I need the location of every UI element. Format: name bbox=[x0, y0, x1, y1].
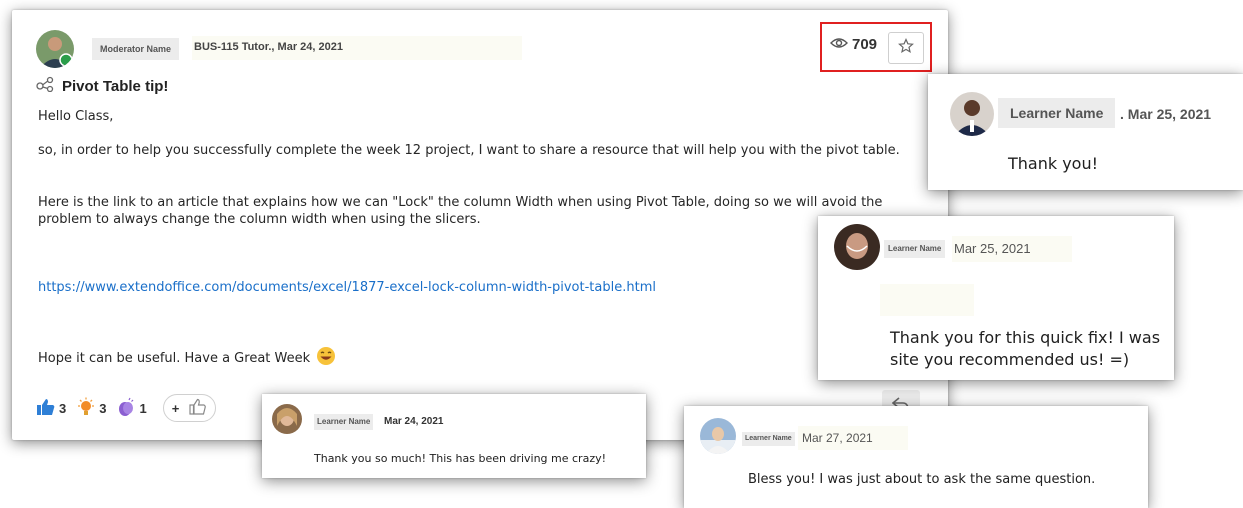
reply-2-text-highlight bbox=[880, 284, 974, 316]
post-paragraph-1: so, in order to help you successfully co… bbox=[38, 143, 900, 158]
reply-3-avatar[interactable] bbox=[272, 404, 302, 434]
reactions-bar: 3 3 1 + bbox=[36, 394, 217, 422]
reply-2-text-line-2: site you recommended us! =) bbox=[890, 350, 1130, 369]
reply-1-text: Thank you! bbox=[1008, 154, 1099, 173]
thumbs-up-icon bbox=[36, 397, 56, 420]
reaction-like[interactable]: 3 bbox=[36, 397, 66, 420]
eye-icon bbox=[830, 36, 848, 53]
reply-2-author-chip[interactable]: Learner Name bbox=[884, 240, 946, 258]
post-title-row: Pivot Table tip! bbox=[36, 76, 168, 96]
reply-3-author-chip[interactable]: Learner Name bbox=[314, 414, 374, 430]
reply-4-avatar[interactable] bbox=[700, 418, 736, 454]
laughing-emoji-icon bbox=[316, 346, 336, 371]
article-link[interactable]: https://www.extendoffice.com/documents/e… bbox=[38, 279, 918, 296]
clap-icon bbox=[116, 397, 136, 420]
favorite-button[interactable] bbox=[888, 32, 924, 64]
reply-card-1: Learner Name . Mar 25, 2021 Thank you! bbox=[928, 74, 1243, 190]
reply-2-date: Mar 25, 2021 bbox=[954, 241, 1031, 256]
post-title: Pivot Table tip! bbox=[62, 77, 169, 95]
view-count: 709 bbox=[830, 36, 877, 53]
reaction-clap[interactable]: 1 bbox=[116, 397, 147, 420]
reply-1-date: . Mar 25, 2021 bbox=[1120, 106, 1212, 122]
reply-4-text: Bless you! I was just about to ask the s… bbox=[748, 472, 1096, 487]
post-greeting: Hello Class, bbox=[38, 109, 114, 124]
reaction-like-count: 3 bbox=[59, 400, 67, 416]
reply-2-avatar[interactable] bbox=[834, 224, 880, 270]
reply-card-3: Learner Name Mar 24, 2021 Thank you so m… bbox=[262, 394, 646, 478]
star-icon bbox=[898, 38, 914, 58]
share-icon bbox=[36, 76, 54, 96]
reply-4-date: Mar 27, 2021 bbox=[802, 431, 873, 445]
reply-3-text: Thank you so much! This has been driving… bbox=[314, 452, 607, 465]
reply-4-author-chip[interactable]: Learner Name bbox=[742, 432, 795, 446]
post-paragraph-2: Here is the link to an article that expl… bbox=[38, 195, 883, 227]
post-closing-text: Hope it can be useful. Have a Great Week bbox=[38, 351, 311, 366]
post-closing: Hope it can be useful. Have a Great Week bbox=[38, 346, 918, 371]
reply-card-4: Learner Name Mar 27, 2021 Bless you! I w… bbox=[684, 406, 1148, 508]
moderator-name-chip[interactable]: Moderator Name bbox=[92, 38, 180, 60]
reaction-idea[interactable]: 3 bbox=[76, 397, 106, 420]
reply-3-date: Mar 24, 2021 bbox=[384, 416, 444, 427]
thumbs-up-outline-icon bbox=[189, 398, 207, 419]
reaction-clap-count: 1 bbox=[139, 400, 147, 416]
reply-2-text-line-1: Thank you for this quick fix! I was bbox=[890, 328, 1161, 347]
add-reaction-plus: + bbox=[171, 400, 180, 416]
main-post-card: Moderator Name BUS-115 Tutor., Mar 24, 2… bbox=[12, 10, 948, 440]
reply-1-author-chip[interactable]: Learner Name bbox=[998, 98, 1116, 128]
reply-card-2: Learner Name Mar 25, 2021 Thank you for … bbox=[818, 216, 1174, 380]
lightbulb-icon bbox=[76, 397, 96, 420]
add-reaction-button[interactable]: + bbox=[162, 394, 217, 422]
view-count-value: 709 bbox=[852, 36, 878, 53]
reply-1-avatar[interactable] bbox=[950, 92, 994, 136]
post-meta: BUS-115 Tutor., Mar 24, 2021 bbox=[194, 41, 343, 53]
moderator-avatar[interactable] bbox=[36, 30, 74, 68]
reaction-idea-count: 3 bbox=[99, 400, 107, 416]
